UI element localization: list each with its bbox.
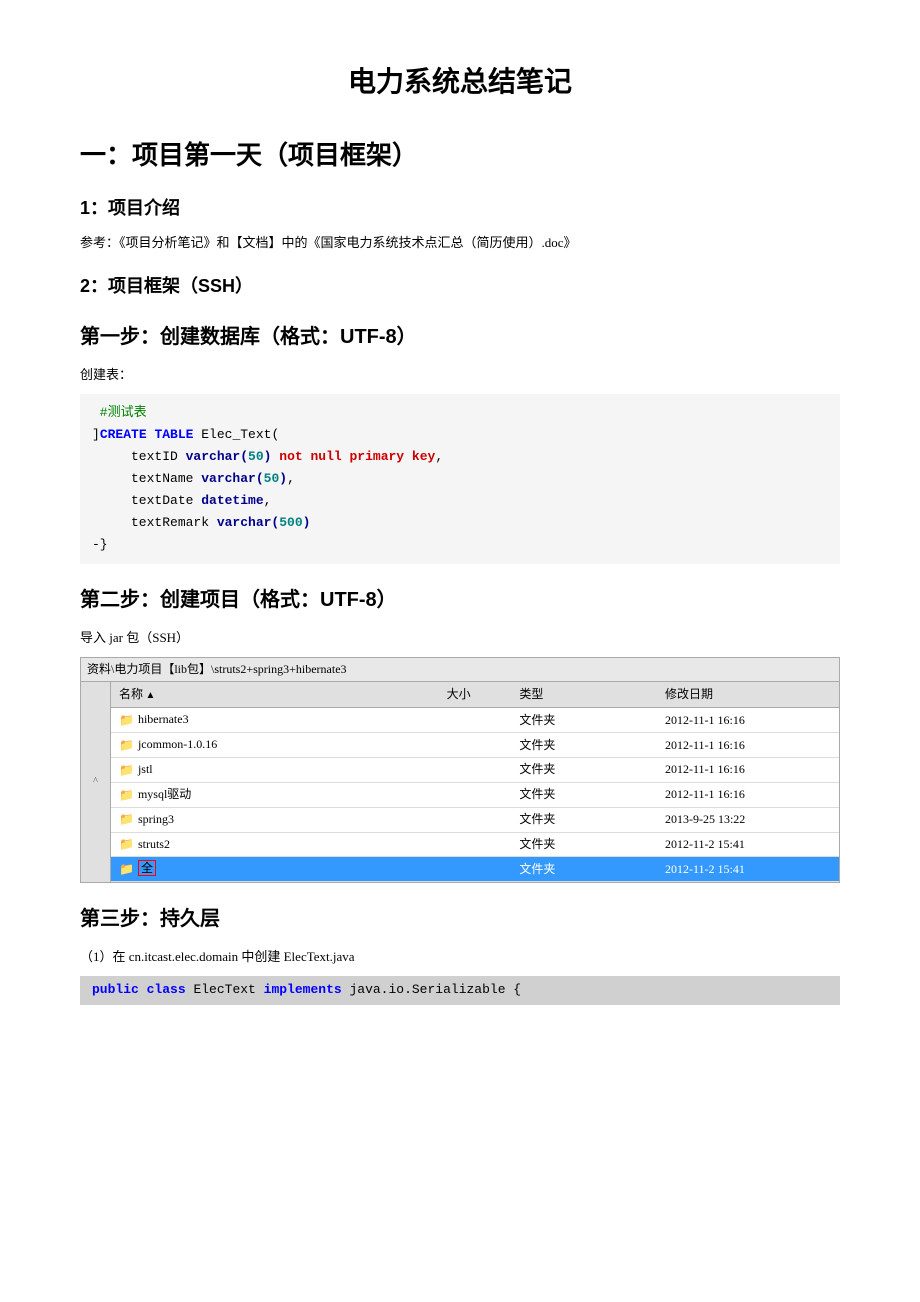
file-date-cell: 2012-11-2 15:41 [657, 832, 839, 857]
file-name-cell: 📁 jcommon-1.0.16 [111, 733, 439, 758]
java-public: public [92, 982, 139, 997]
file-type-cell: 文件夹 [511, 832, 657, 857]
file-date-cell: 2012-11-2 15:41 [657, 857, 839, 882]
sql-bracket: ] [92, 427, 100, 442]
file-type-cell: 文件夹 [511, 733, 657, 758]
create-table-label: 创建表： [80, 365, 840, 386]
table-row[interactable]: 📁 mysql驱动 文件夹2012-11-1 16:16 [111, 782, 839, 807]
java-class: class [147, 982, 186, 997]
sql-varchar3: varchar(500) [217, 515, 311, 530]
step3-heading: 第三步：持久层 [80, 903, 840, 935]
scroll-left-col: ^ [81, 682, 111, 882]
folder-icon: 📁 [119, 711, 134, 730]
file-content: 名称 大小 类型 修改日期 📁hibernate3文件夹2012-11-1 16… [111, 682, 839, 882]
file-type-cell: 文件夹 [511, 782, 657, 807]
sql-varchar2: varchar(50) [201, 471, 287, 486]
file-date-cell: 2013-9-25 13:22 [657, 807, 839, 832]
table-row[interactable]: 📁全 文件夹2012-11-2 15:41 [111, 857, 839, 882]
sql-create: CREATE [100, 427, 147, 442]
table-row[interactable]: 📁 jstl 文件夹2012-11-1 16:16 [111, 758, 839, 783]
file-name-cell: 📁全 [111, 857, 439, 882]
java-implements: implements [264, 982, 342, 997]
sql-comment: #测试表 [92, 405, 147, 420]
folder-icon: 📁 [119, 860, 134, 879]
step2-heading: 第二步：创建项目（格式：UTF-8） [80, 584, 840, 616]
file-name-text: spring3 [138, 812, 174, 826]
table-row[interactable]: 📁 jcommon-1.0.16 文件夹2012-11-1 16:16 [111, 733, 839, 758]
scroll-up-icon: ^ [93, 774, 98, 790]
step3-note: （1）在 cn.itcast.elec.domain 中创建 ElecText.… [80, 947, 840, 968]
sql-varchar1: varchar(50) [186, 449, 272, 464]
file-name-text: mysql驱动 [138, 787, 191, 801]
file-browser-path: 资料\电力项目【lib包】\struts2+spring3+hibernate3 [81, 658, 839, 682]
file-type-cell: 文件夹 [511, 807, 657, 832]
sql-notnull: not null primary key [279, 449, 435, 464]
sub1-body: 参考：《项目分析笔记》和【文档】中的《国家电力系统技术点汇总（简历使用）.doc… [80, 233, 840, 254]
file-name-cell: 📁 spring3 [111, 807, 439, 832]
folder-icon: 📁 [119, 786, 134, 805]
sub2-heading: 2：项目框架（SSH） [80, 272, 840, 301]
file-browser-inner: ^ 名称 大小 类型 修改日期 📁hibernate3文件夹2012-11-1 … [81, 682, 839, 882]
file-name-text: struts2 [138, 837, 170, 851]
file-size-cell [439, 782, 512, 807]
file-size-cell [439, 832, 512, 857]
file-size-cell [439, 857, 512, 882]
file-size-cell [439, 708, 512, 733]
file-name-cell: 📁 struts2 [111, 832, 439, 857]
sql-datetime: datetime [201, 493, 263, 508]
main-title: 电力系统总结笔记 [80, 60, 840, 105]
file-browser: 资料\电力项目【lib包】\struts2+spring3+hibernate3… [80, 657, 840, 883]
file-name-cell: 📁 jstl [111, 758, 439, 783]
file-name-cell: 📁 mysql驱动 [111, 782, 439, 807]
file-date-cell: 2012-11-1 16:16 [657, 733, 839, 758]
folder-icon: 📁 [119, 835, 134, 854]
file-type-cell: 文件夹 [511, 708, 657, 733]
file-date-cell: 2012-11-1 16:16 [657, 758, 839, 783]
sql-close-bracket: -} [92, 537, 108, 552]
sql-table: TABLE [154, 427, 193, 442]
file-size-cell [439, 807, 512, 832]
file-date-cell: 2012-11-1 16:16 [657, 708, 839, 733]
table-row[interactable]: 📁 hibernate3 文件夹2012-11-1 16:16 [111, 708, 839, 733]
file-table: 名称 大小 类型 修改日期 📁hibernate3文件夹2012-11-1 16… [111, 682, 839, 882]
folder-icon: 📁 [119, 810, 134, 829]
file-size-cell [439, 758, 512, 783]
table-row[interactable]: 📁 struts2 文件夹2012-11-2 15:41 [111, 832, 839, 857]
col-header-type: 类型 [511, 682, 657, 708]
file-name-text: hibernate3 [138, 712, 189, 726]
file-size-cell [439, 733, 512, 758]
section1-heading: 一：项目第一天（项目框架） [80, 135, 840, 177]
file-name-text: jcommon-1.0.16 [138, 737, 217, 751]
file-name-text: jstl [138, 762, 153, 776]
file-type-cell: 文件夹 [511, 857, 657, 882]
file-date-cell: 2012-11-1 16:16 [657, 782, 839, 807]
java-code-block: public class ElecText implements java.io… [80, 976, 840, 1005]
col-header-name[interactable]: 名称 [111, 682, 439, 708]
file-name-cell: 📁 hibernate3 [111, 708, 439, 733]
folder-icon: 📁 [119, 736, 134, 755]
col-header-size: 大小 [439, 682, 512, 708]
table-row[interactable]: 📁 spring3 文件夹2013-9-25 13:22 [111, 807, 839, 832]
file-name-text: 全 [138, 860, 156, 876]
file-type-cell: 文件夹 [511, 758, 657, 783]
sql-code-block: #测试表 ]CREATE TABLE Elec_Text( textID var… [80, 394, 840, 565]
folder-icon: 📁 [119, 761, 134, 780]
import-label: 导入 jar 包（SSH） [80, 628, 840, 649]
sub1-heading: 1：项目介绍 [80, 194, 840, 223]
step1-heading: 第一步：创建数据库（格式：UTF-8） [80, 321, 840, 353]
col-header-date: 修改日期 [657, 682, 839, 708]
